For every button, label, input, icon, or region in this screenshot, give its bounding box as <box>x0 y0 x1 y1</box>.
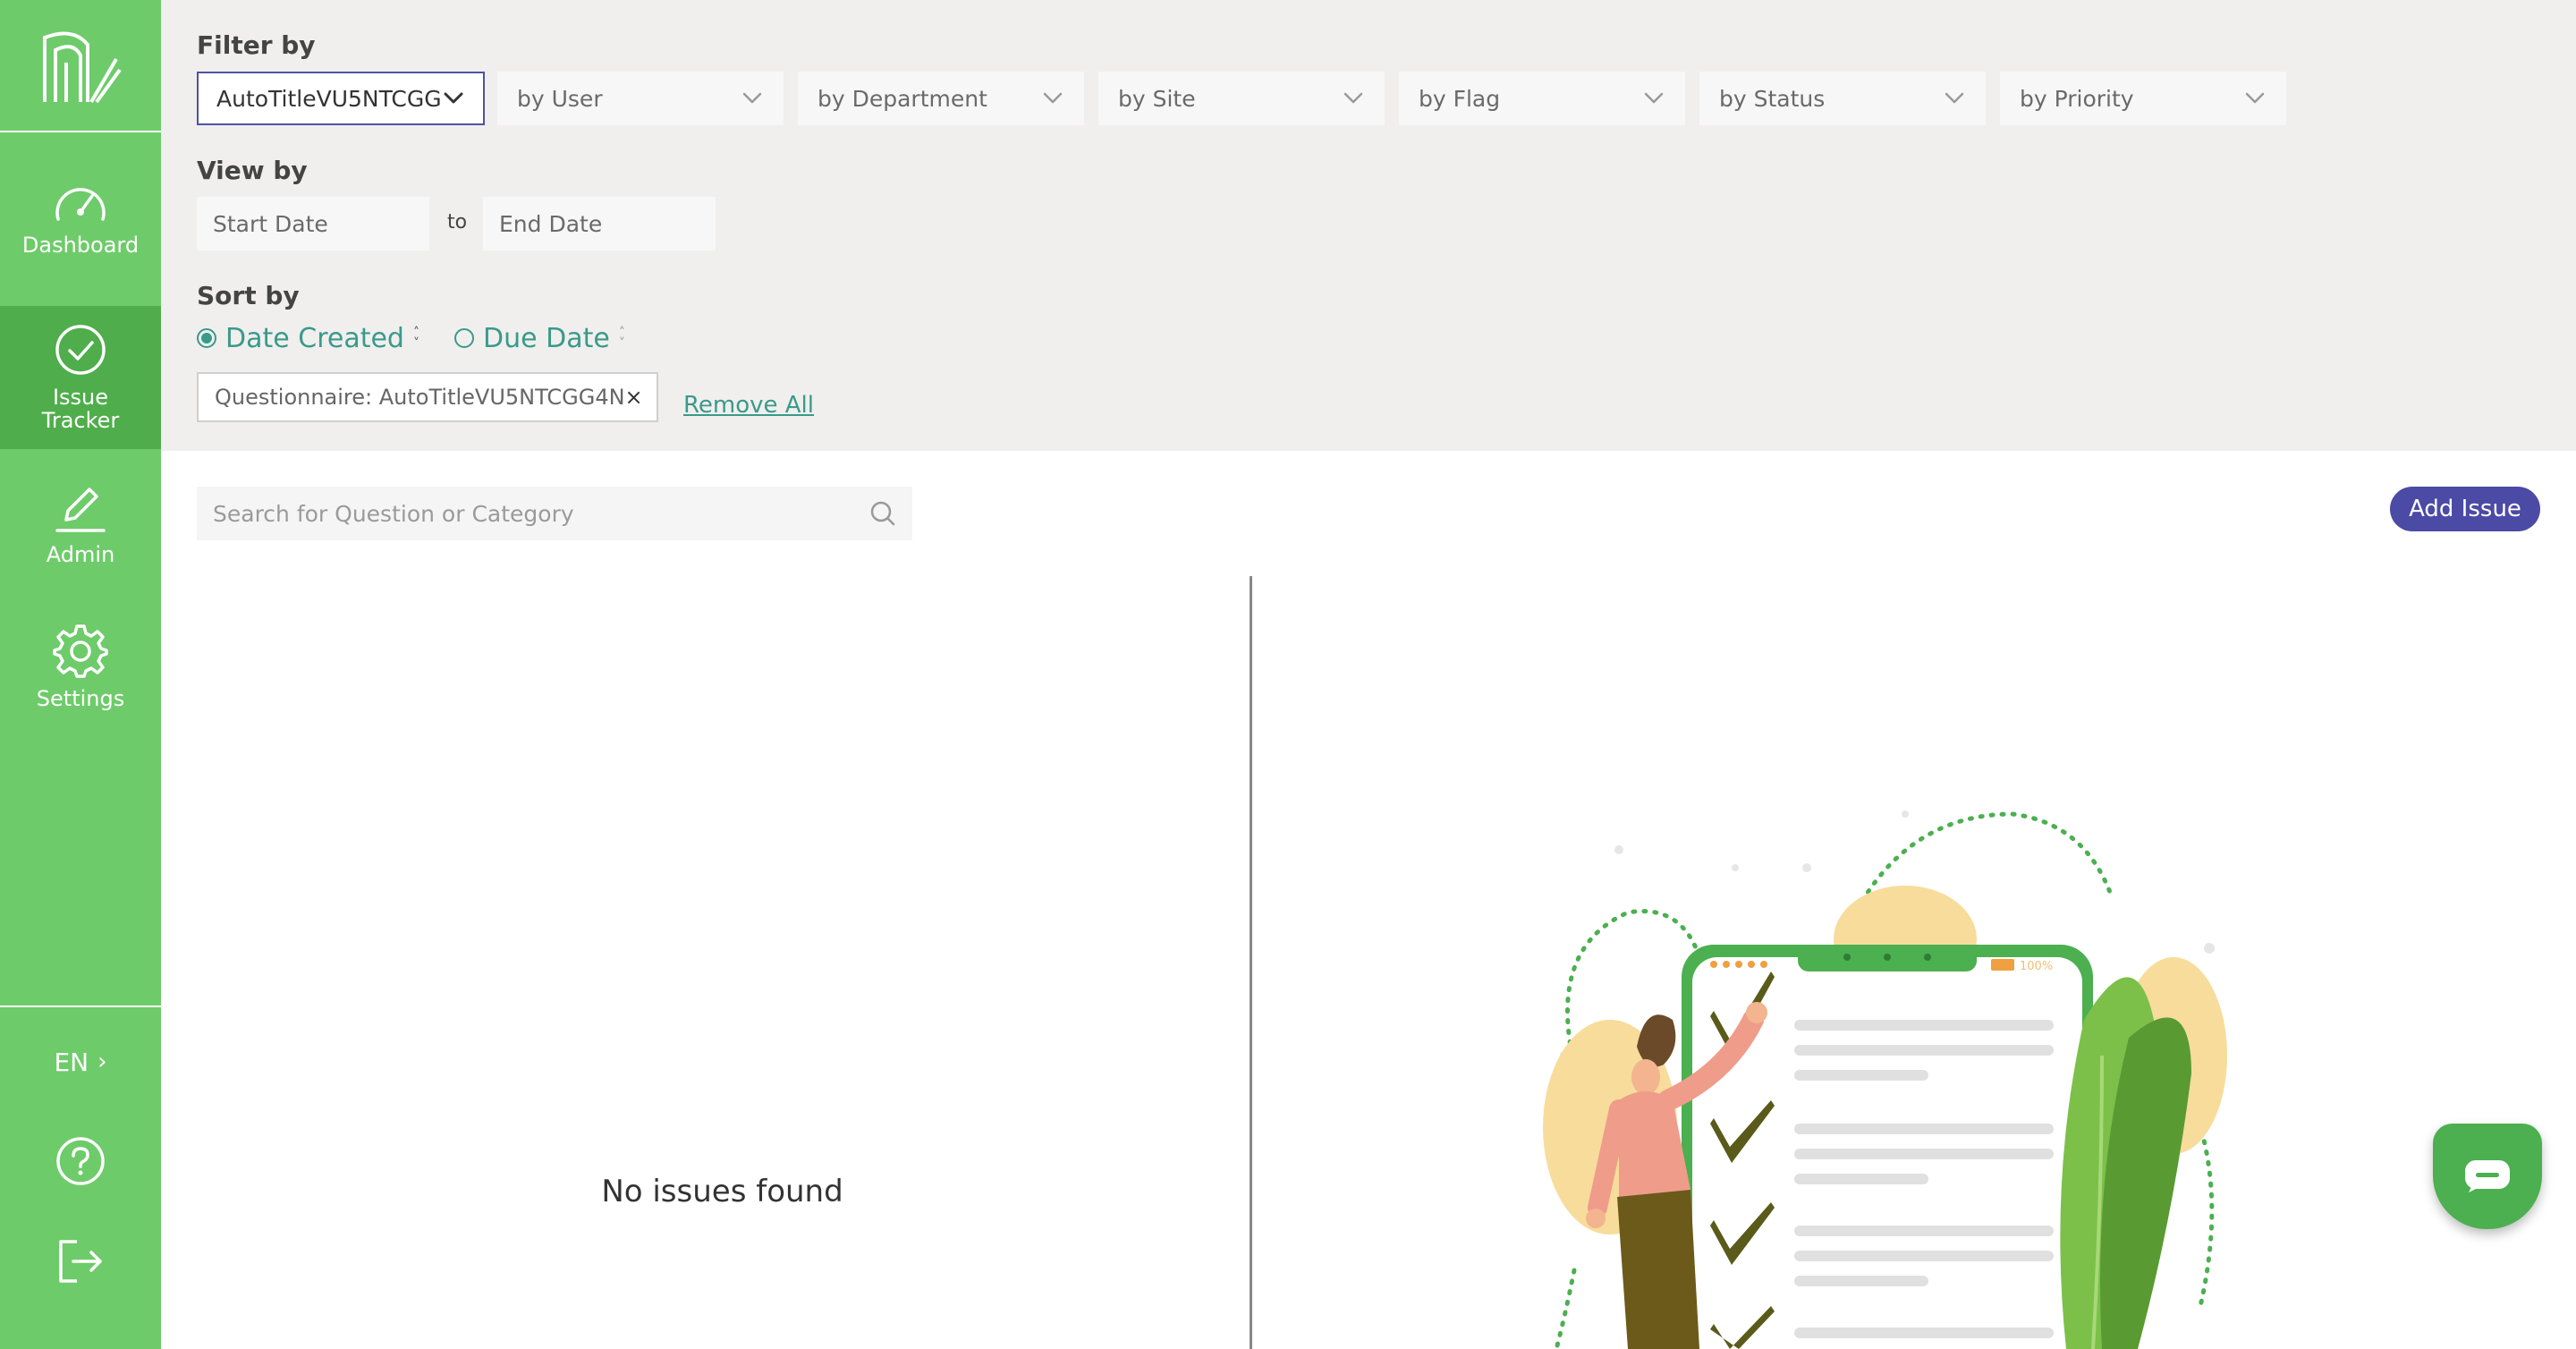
sort-option-label: Due Date <box>483 322 610 354</box>
chevron-down-icon <box>1642 87 1665 110</box>
search-box <box>197 487 912 540</box>
chevron-down-icon <box>741 87 764 110</box>
user-dropdown[interactable]: by User <box>497 72 784 125</box>
chevron-down-icon <box>1041 87 1064 110</box>
chevron-right-icon: › <box>97 1048 107 1075</box>
remove-all-link[interactable]: Remove All <box>683 392 814 419</box>
sort-option-label: Date Created <box>225 322 404 354</box>
site-dropdown[interactable]: by Site <box>1098 72 1385 125</box>
sidebar-item-issue-tracker[interactable]: Issue Tracker <box>0 306 161 449</box>
radio-unselected[interactable] <box>454 328 474 348</box>
check-circle-icon <box>55 325 106 375</box>
gear-icon <box>53 624 108 678</box>
filter-panel: Filter by AutoTitleVU5NTCGG4N by User by… <box>161 0 2576 451</box>
sort-due-date[interactable]: Due Date ˄ ˅ <box>454 320 625 356</box>
pane-divider <box>1250 576 1252 1349</box>
end-date-input[interactable]: End Date <box>483 197 716 250</box>
sidebar-item-settings[interactable]: Settings <box>0 599 161 734</box>
sidebar-item-label: Dashboard <box>21 233 140 258</box>
chevron-down-icon <box>2243 87 2267 110</box>
dropdown-value: by Department <box>818 85 987 112</box>
sidebar-item-label: Settings <box>36 686 125 711</box>
sidebar-item-label: Issue Tracker <box>41 385 120 433</box>
dropdown-value: by Status <box>1719 85 1826 112</box>
dropdown-value: by User <box>517 85 603 112</box>
sort-date-created[interactable]: Date Created ˄ ˅ <box>197 320 419 356</box>
sort-arrows-icon: ˄ ˅ <box>412 326 419 351</box>
sidebar-divider <box>0 1005 161 1007</box>
battery-label: 100% <box>2020 960 2053 973</box>
filter-chip-label: Questionnaire: AutoTitleVU5NTCGG4N <box>215 385 625 410</box>
dropdown-value: by Site <box>1118 85 1196 112</box>
sidebar-item-admin[interactable]: Admin <box>0 456 161 590</box>
status-dropdown[interactable]: by Status <box>1699 72 1986 125</box>
search-input[interactable] <box>213 500 869 527</box>
questionnaire-dropdown[interactable]: AutoTitleVU5NTCGG4N <box>197 72 485 125</box>
search-icon[interactable] <box>869 500 896 527</box>
dropdown-value: by Priority <box>2020 85 2134 112</box>
radio-selected[interactable] <box>197 328 216 348</box>
chat-button[interactable] <box>2433 1124 2542 1229</box>
chevron-down-icon <box>1943 87 1966 110</box>
filter-by-heading: Filter by <box>197 30 316 60</box>
sidebar: Dashboard Issue Tracker Admin Settings E… <box>0 0 161 1349</box>
logout-button[interactable] <box>0 1236 161 1286</box>
sort-by-heading: Sort by <box>197 281 300 310</box>
language-selector[interactable]: EN › <box>0 1039 161 1084</box>
speedometer-icon <box>55 188 106 221</box>
checklist-illustration: 100% <box>1543 810 2227 1349</box>
dropdown-value: by Flag <box>1419 85 1501 112</box>
sort-arrows-icon: ˄ ˅ <box>618 326 625 351</box>
priority-dropdown[interactable]: by Priority <box>2000 72 2286 125</box>
add-issue-button[interactable]: Add Issue <box>2390 487 2540 531</box>
dropdown-value: AutoTitleVU5NTCGG4N <box>216 85 442 112</box>
app-logo[interactable] <box>0 0 161 132</box>
chevron-down-icon <box>442 87 465 110</box>
view-by-heading: View by <box>197 156 308 185</box>
chat-icon <box>2465 1160 2510 1192</box>
question-circle-icon <box>56 1137 105 1185</box>
language-label: EN <box>54 1047 89 1077</box>
sidebar-item-dashboard[interactable]: Dashboard <box>0 134 161 304</box>
logo-icon <box>43 31 122 104</box>
logout-icon <box>59 1240 102 1283</box>
department-dropdown[interactable]: by Department <box>798 72 1084 125</box>
filter-chip: Questionnaire: AutoTitleVU5NTCGG4N × <box>197 372 658 422</box>
date-range-separator: to <box>447 211 468 233</box>
close-icon[interactable]: × <box>625 385 643 410</box>
chevron-down-icon <box>1342 87 1365 110</box>
flag-dropdown[interactable]: by Flag <box>1399 72 1685 125</box>
sidebar-item-label: Admin <box>46 542 115 567</box>
start-date-input[interactable]: Start Date <box>197 197 429 250</box>
pencil-icon <box>55 488 106 532</box>
empty-state-message: No issues found <box>601 1174 843 1209</box>
help-button[interactable] <box>0 1136 161 1186</box>
